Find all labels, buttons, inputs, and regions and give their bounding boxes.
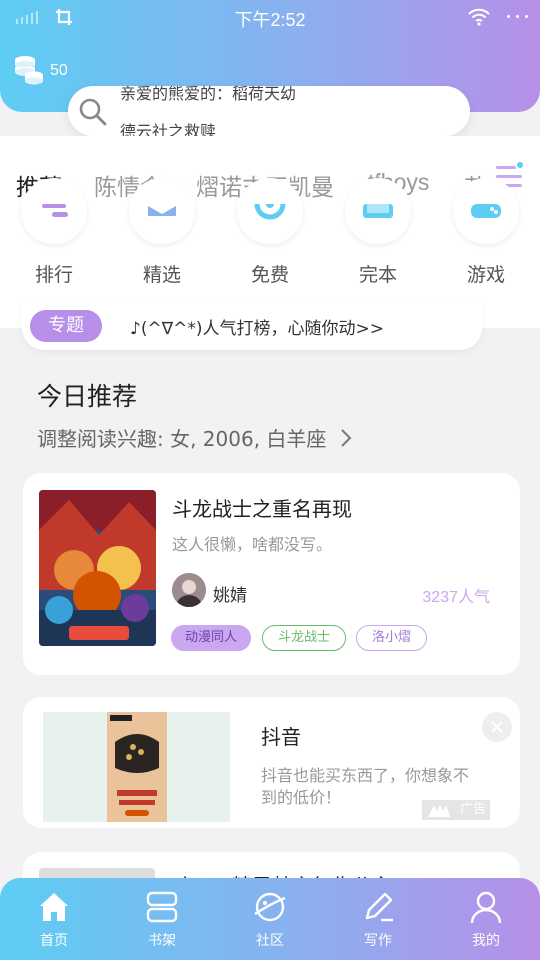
search-suggestion-1[interactable]: 亲爱的熊爱的：稻荷天幼	[120, 86, 296, 104]
avatar[interactable]	[172, 573, 206, 607]
author-name[interactable]: 姚婧	[213, 581, 247, 606]
coin-count: 50	[50, 62, 68, 79]
book-description: 这人很懒，啥都没写。	[172, 535, 333, 554]
wifi-icon	[468, 8, 490, 26]
tag-fan-fiction[interactable]: 动漫同人	[171, 625, 251, 651]
free-icon	[237, 178, 303, 244]
reading-interest-text: 调整阅读兴趣: 女, 2006, 白羊座	[37, 427, 327, 451]
game-icon	[453, 178, 519, 244]
search-suggestion-2[interactable]: 德云社之救赎	[120, 118, 216, 136]
nav-home[interactable]: 首页	[14, 878, 94, 960]
ad-label: 广告	[422, 800, 490, 820]
community-icon	[254, 892, 286, 922]
bookshelf-icon	[146, 891, 178, 923]
ad-card[interactable]: 抖音 抖音也能买东西了，你想象不到的低价！ 广告	[23, 697, 520, 828]
bottom-navigation: 首页 书架 社区 写作 我的	[0, 878, 540, 960]
selected-icon	[129, 178, 195, 244]
nav-profile[interactable]: 我的	[446, 878, 526, 960]
finished-icon	[345, 178, 411, 244]
ad-title[interactable]: 抖音	[261, 721, 301, 750]
profile-icon	[470, 891, 502, 924]
status-bar: 下午2:52	[0, 0, 540, 34]
popularity-count: 3237人气	[422, 589, 490, 606]
nav-bookshelf[interactable]: 书架	[122, 878, 202, 960]
tag-doulong[interactable]: 斗龙战士	[262, 625, 346, 651]
status-time: 下午2:52	[234, 10, 306, 30]
search-box[interactable]: 亲爱的熊爱的：稻荷天幼 德云社之救赎	[68, 86, 470, 136]
close-icon[interactable]	[482, 712, 512, 742]
book-title[interactable]: 斗龙战士之重名再现	[172, 493, 352, 522]
nav-write[interactable]: 写作	[338, 878, 418, 960]
ad-brand-icon	[428, 805, 450, 817]
topic-banner[interactable]: 专题 ♪(^∇^*)人气打榜，心随你动>>	[22, 300, 482, 350]
tag-character[interactable]: 洛小熠	[356, 625, 427, 651]
coin-icon[interactable]	[14, 53, 44, 85]
ranking-icon	[21, 178, 87, 244]
book-card[interactable]: 斗龙战士之重名再现 这人很懒，啥都没写。 姚婧 3237人气 动漫同人 斗龙战士…	[23, 473, 520, 675]
home-icon	[40, 893, 68, 921]
ad-phone-image	[107, 712, 167, 822]
topic-badge: 专题	[30, 310, 102, 342]
nav-community[interactable]: 社区	[230, 878, 310, 960]
book-cover[interactable]	[39, 490, 156, 646]
section-title: 今日推荐	[37, 382, 138, 411]
search-icon	[79, 98, 107, 126]
ad-image[interactable]	[43, 712, 230, 822]
category-shortcuts: 排行 精选 免费 完本 游戏	[0, 178, 540, 296]
more-dots-icon	[507, 15, 528, 18]
write-icon	[365, 892, 393, 922]
chevron-right-icon	[341, 429, 352, 447]
topic-text[interactable]: ♪(^∇^*)人气打榜，心随你动>>	[130, 314, 384, 339]
reading-interest-link[interactable]: 调整阅读兴趣: 女, 2006, 白羊座	[37, 423, 353, 452]
